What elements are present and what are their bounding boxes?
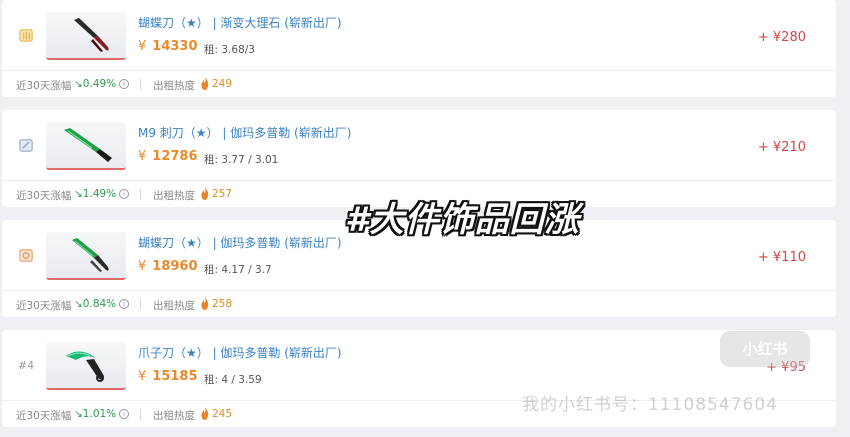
- butterfly-knife-fade-icon[interactable]: [46, 12, 126, 60]
- info-icon[interactable]: i: [119, 79, 129, 89]
- rank-bronze-badge-icon: [16, 244, 36, 266]
- trend-label: 近30天涨幅: [16, 190, 72, 202]
- item-price: ¥14330: [138, 39, 198, 54]
- heat-value: 257: [212, 188, 233, 200]
- heat-value: 258: [212, 298, 233, 310]
- trend-label: 近30天涨幅: [16, 80, 72, 92]
- karambit-gamma-doppler-icon[interactable]: [46, 342, 126, 390]
- divider: [140, 79, 141, 90]
- trend-label: 近30天涨幅: [16, 410, 72, 422]
- rank-silver-badge-icon: [16, 134, 36, 156]
- trend-value: ↘0.49%: [74, 78, 117, 90]
- xiaohongshu-logo: 小红书: [720, 331, 810, 367]
- divider: [140, 299, 141, 310]
- item-name[interactable]: 蝴蝶刀（★） | 伽玛多普勒 (崭新出厂): [138, 234, 342, 251]
- trend-value: ↘1.01%: [74, 408, 117, 420]
- info-icon[interactable]: i: [119, 189, 129, 199]
- heat-label: 出租热度: [153, 410, 195, 422]
- heat-label: 出租热度: [153, 190, 195, 202]
- flame-icon: [201, 407, 209, 420]
- info-icon[interactable]: i: [119, 409, 129, 419]
- info-icon[interactable]: i: [119, 299, 129, 309]
- item-price: ¥15185: [138, 369, 198, 384]
- divider: [140, 409, 141, 420]
- item-price: ¥12786: [138, 149, 198, 164]
- heat-value: 245: [212, 408, 233, 420]
- heat-value: 249: [212, 78, 233, 90]
- m9-bayonet-gamma-doppler-icon[interactable]: [46, 122, 126, 170]
- flame-icon: [201, 77, 209, 90]
- heat-label: 出租热度: [153, 80, 195, 92]
- divider: [140, 189, 141, 200]
- flame-icon: [201, 187, 209, 200]
- rent-price: 租: 4 / 3.59: [204, 374, 262, 386]
- heat-label: 出租热度: [153, 300, 195, 312]
- rank-number: #4: [17, 358, 35, 372]
- item-name[interactable]: 蝴蝶刀（★） | 渐变大理石 (崭新出厂): [138, 14, 342, 31]
- rank-gold-badge-icon: [16, 24, 36, 46]
- item-name[interactable]: 爪子刀（★） | 伽玛多普勒 (崭新出厂): [138, 344, 342, 361]
- price-change: + ¥280: [757, 30, 806, 45]
- trend-value: ↘0.84%: [74, 298, 117, 310]
- trend-label: 近30天涨幅: [16, 300, 72, 312]
- watermark-account-id: 我的小红书号：11108547604: [522, 395, 778, 415]
- butterfly-knife-gamma-doppler-icon[interactable]: [46, 232, 126, 280]
- item-name[interactable]: M9 刺刀（★） | 伽玛多普勒 (崭新出厂): [138, 124, 351, 141]
- price-change: + ¥210: [757, 140, 806, 155]
- trend-value: ↘1.49%: [74, 188, 117, 200]
- rent-price: 租: 3.77 / 3.01: [204, 154, 279, 166]
- price-change: + ¥110: [757, 250, 806, 265]
- rent-price: 租: 4.17 / 3.7: [204, 264, 272, 276]
- item-card-1[interactable]: 蝴蝶刀（★） | 渐变大理石 (崭新出厂) ¥14330 租: 3.68/3 +…: [2, 0, 836, 97]
- overlay-caption: #大件饰品回涨: [345, 200, 580, 240]
- flame-icon: [201, 297, 209, 310]
- item-price: ¥18960: [138, 259, 198, 274]
- rent-price: 租: 3.68/3: [204, 44, 255, 56]
